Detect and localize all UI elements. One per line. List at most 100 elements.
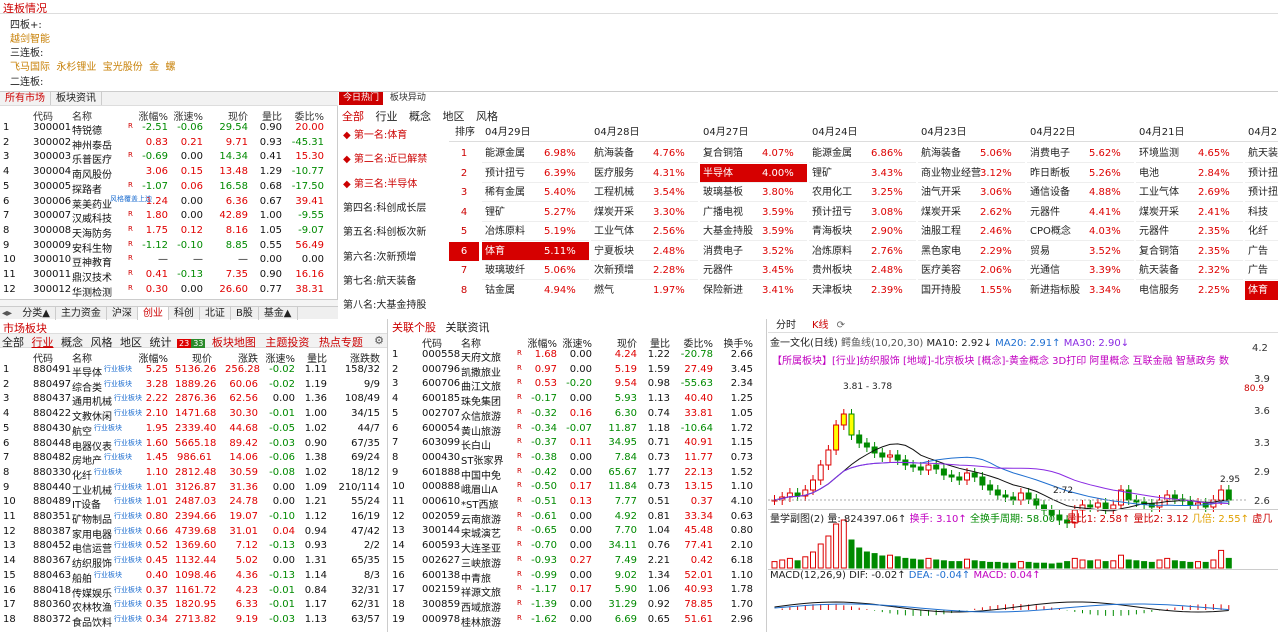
date-header[interactable]: 04月24日 [812, 123, 857, 142]
table-row[interactable]: 7 880482 房地产 1.45 986.61 14.06 -0.06 1.38 69/24 行… [0, 451, 387, 467]
hot-sector-cell[interactable]: 能源金属 6.98% [482, 144, 589, 163]
hot-rank-item[interactable]: 第八名:大基金持股 [343, 296, 426, 311]
table-row[interactable]: 8 000430 ST张家界 -0.38 0.00 7.84 0.73 11.77 0.73 R [389, 451, 766, 467]
table-row[interactable]: 6 600054 黄山旅游 -0.34 -0.07 11.87 1.18 -10.64 1.72… [389, 422, 766, 438]
table-row[interactable]: 16 600138 中青旅 -0.99 0.00 9.02 1.34 52.01 1.10 R [389, 569, 766, 585]
table-row[interactable]: 5 002707 众信旅游 -0.32 0.16 6.30 0.74 33.81 1.05 R [389, 407, 766, 423]
tab-sector-all[interactable]: 全部 [0, 336, 26, 349]
hot-sector-cell[interactable]: 玻璃基板 3.80% [700, 183, 807, 202]
hot-sector-cell[interactable]: 贵州板块 2.48% [809, 261, 916, 280]
filter-concept[interactable]: 概念 [409, 110, 431, 123]
hot-sector-cell[interactable]: 体育 5.11% [482, 241, 589, 261]
table-row[interactable]: 18 300859 西域旅游 -1.39 0.00 31.29 0.92 78.85 1.70 R [389, 598, 766, 614]
hot-sector-cell[interactable]: 医疗美容 2.06% [918, 261, 1025, 280]
hot-sector-cell[interactable]: 工业气体 2.69% [1136, 183, 1243, 202]
hot-sector-cell[interactable]: 航海装备 4.76% [591, 144, 698, 163]
hot-rank-item[interactable]: 第五名:科创板次新 [343, 223, 426, 238]
hot-sector-cell[interactable]: 广告 [1245, 242, 1278, 261]
tab-sector-news[interactable]: 板块资讯 [51, 92, 102, 105]
hot-rank-item[interactable]: 第七名:航天装备 [343, 272, 416, 287]
kline-chart[interactable] [768, 365, 1278, 632]
table-row[interactable]: 2 880497 综合类 3.28 1889.26 60.06 -0.02 1.19 9/9 行业… [0, 378, 387, 394]
hot-sector-cell[interactable]: 煤炭开采 2.62% [918, 203, 1025, 222]
table-row[interactable]: 11 880351 矿物制品 0.80 2394.66 19.07 -0.10 1.12 16/… [0, 510, 387, 526]
hot-sector-cell[interactable]: 环境监测 4.65% [1136, 144, 1243, 163]
hot-sector-cell[interactable]: 稀有金属 5.40% [482, 183, 589, 202]
hot-sector-cell[interactable]: 化纤 [1245, 222, 1278, 241]
hot-sector-cell[interactable]: 锂矿 5.27% [482, 203, 589, 222]
hot-sector-cell[interactable]: 青海板块 2.90% [809, 222, 916, 241]
table-row[interactable]: 17 002159 祥源文旅 -1.17 0.17 5.90 1.06 40.93 1.78 R [389, 583, 766, 599]
hot-sector-cell[interactable]: 钴金属 4.94% [482, 281, 589, 300]
hot-sector-cell[interactable]: 复合铜箔 4.07% [700, 144, 807, 163]
date-header[interactable]: 04月27日 [703, 123, 748, 142]
hot-rank-item[interactable]: ◆ 第二名:近已解禁 [343, 150, 427, 165]
date-header[interactable]: 04月21日 [1139, 123, 1184, 142]
hot-sector-cell[interactable]: 航天装 [1245, 144, 1278, 163]
tab-related-news[interactable]: 关联资讯 [443, 321, 493, 334]
hot-sector-cell[interactable]: 冶炼原料 2.76% [809, 242, 916, 261]
hot-sector-cell[interactable]: 玻璃玻纤 5.06% [482, 261, 589, 280]
lianban-stock[interactable]: 螺 [165, 62, 175, 73]
hot-rank-item[interactable]: 第四名:科创成长层 [343, 199, 426, 214]
hot-sector-cell[interactable]: 煤炭开采 2.41% [1136, 203, 1243, 222]
table-row[interactable]: 10 300010 豆神教育 — — —0.00 0.00 R [0, 253, 338, 269]
hot-sector-cell[interactable]: 预计扭 [1245, 183, 1278, 202]
hot-sector-cell[interactable]: 次新预增 2.28% [591, 261, 698, 280]
hot-sector-cell[interactable]: 航海装备 5.06% [918, 144, 1025, 163]
hot-sector-cell[interactable]: 半导体 4.00% [700, 163, 807, 183]
table-row[interactable]: 15 002627 三峡旅游 -0.93 0.27 7.49 2.21 0.42 6.18 R [389, 554, 766, 570]
hot-sector-cell[interactable]: 航天装备 2.32% [1136, 261, 1243, 280]
hot-sector-cell[interactable]: 新进指标股 3.34% [1027, 281, 1134, 300]
table-row[interactable]: 3 600706 曲江文旅 0.53 -0.20 9.54 0.98 -55.63 2.34 R [389, 377, 766, 393]
hot-sector-cell[interactable]: 锂矿 3.43% [809, 164, 916, 183]
table-row[interactable]: 14 600593 大连圣亚 -0.70 0.00 34.11 0.76 77.41 2.10 R [389, 539, 766, 555]
filter-industry[interactable]: 行业 [376, 110, 398, 123]
scroll-left-icon[interactable]: ◂▸ [0, 308, 14, 319]
hot-sector-cell[interactable]: 元器件 2.35% [1136, 222, 1243, 241]
table-row[interactable]: 13 300144 宋城演艺 -0.65 0.00 7.70 1.04 45.48 0.80 R [389, 524, 766, 540]
table-row[interactable]: 1 000558 天府文旅 1.68 0.00 4.24 1.22 -20.78 2.66 R [389, 348, 766, 364]
table-row[interactable]: 1 300001 特锐德 -2.51 -0.06 29.54 0.90 20.00 R [0, 121, 338, 137]
table-row[interactable]: 10 000888 峨眉山A -0.50 0.17 11.84 0.73 13.15 1.10 R [389, 480, 766, 496]
link-theme-invest[interactable]: 主题投资 [262, 336, 312, 349]
table-row[interactable]: 3 880437 通用机械 2.22 2876.36 62.56 0.00 1.36 108/4… [0, 392, 387, 408]
tab-kline[interactable]: K线 [804, 319, 837, 333]
tab-related-stocks[interactable]: 关联个股 [389, 321, 439, 334]
hot-sector-cell[interactable]: 消费电子 3.52% [700, 242, 807, 261]
tab-sector-stats[interactable]: 统计 [148, 336, 174, 349]
table-row[interactable]: 18 880372 食品饮料 0.34 2713.82 9.19 -0.03 1.13 63/5… [0, 613, 387, 629]
hot-sector-cell[interactable]: 光通信 3.39% [1027, 261, 1134, 280]
gear-icon[interactable]: ⚙ [374, 334, 384, 347]
hot-sector-cell[interactable]: 消费电子 5.62% [1027, 144, 1134, 163]
hot-sector-cell[interactable]: CPO概念 4.03% [1027, 222, 1134, 241]
table-row[interactable]: 9 601888 中国中免 -0.42 0.00 65.67 1.77 22.13 1.52 R [389, 466, 766, 482]
tab-sector-style[interactable]: 风格 [89, 336, 115, 349]
table-row[interactable]: 12 002059 云南旅游 -0.61 0.00 4.92 0.81 33.34 0.63 R [389, 510, 766, 526]
link-sector-map[interactable]: 板块地图 [209, 336, 259, 349]
filter-all[interactable]: 全部 [342, 110, 364, 123]
hot-sector-cell[interactable]: 医疗服务 4.31% [591, 164, 698, 183]
hot-sector-cell[interactable]: 预计扭 [1245, 164, 1278, 183]
table-row[interactable]: 5 300005 探路者 -1.07 0.06 16.58 0.68 -17.50 R [0, 180, 338, 196]
table-row[interactable]: 10 880489 IT设备 1.01 2487.03 24.78 0.00 1.21 55/2… [0, 495, 387, 511]
table-row[interactable]: 2 000796 凯撒旅业 0.97 0.00 5.19 1.59 27.49 3.45 R [389, 363, 766, 379]
table-row[interactable]: 7 603099 长白山 -0.37 0.11 34.95 0.71 40.91 1.15 R [389, 436, 766, 452]
table-row[interactable]: 19 000978 桂林旅游 -1.62 0.00 6.69 0.65 51.61 2.96 R [389, 613, 766, 629]
table-row[interactable]: 15 880463 船舶 0.40 1098.46 4.36 -0.13 1.14 8/3 行业板… [0, 569, 387, 585]
table-row[interactable]: 3 300003 乐普医疗 -0.69 0.00 14.34 0.41 15.30 R [0, 150, 338, 166]
hot-sector-cell[interactable]: 贸易 3.52% [1027, 242, 1134, 261]
hot-rank-item[interactable]: ◆ 第一名:体育 [343, 126, 407, 141]
hot-sector-cell[interactable]: 燃气 1.97% [591, 281, 698, 300]
hot-sector-cell[interactable]: 元器件 4.41% [1027, 203, 1134, 222]
hot-sector-cell[interactable]: 昨日断板 5.26% [1027, 164, 1134, 183]
table-row[interactable]: 13 880452 电信运营 0.52 1369.60 7.12 -0.13 0.93 2/2 行… [0, 539, 387, 555]
tab-all-market[interactable]: 所有市场 [0, 92, 51, 105]
hot-sector-cell[interactable]: 宁夏板块 2.48% [591, 242, 698, 261]
table-row[interactable]: 9 300009 安科生物 -1.12 -0.10 8.85 0.55 56.49 R [0, 239, 338, 255]
hot-sector-cell[interactable]: 保险新进 3.41% [700, 281, 807, 300]
tab-sector-concept[interactable]: 概念 [59, 336, 85, 349]
hot-sector-cell[interactable]: 广播电视 3.59% [700, 203, 807, 222]
lianban-stock[interactable]: 越剑智能 [10, 30, 50, 45]
lianban-stock[interactable]: 飞马国际 [10, 62, 50, 73]
